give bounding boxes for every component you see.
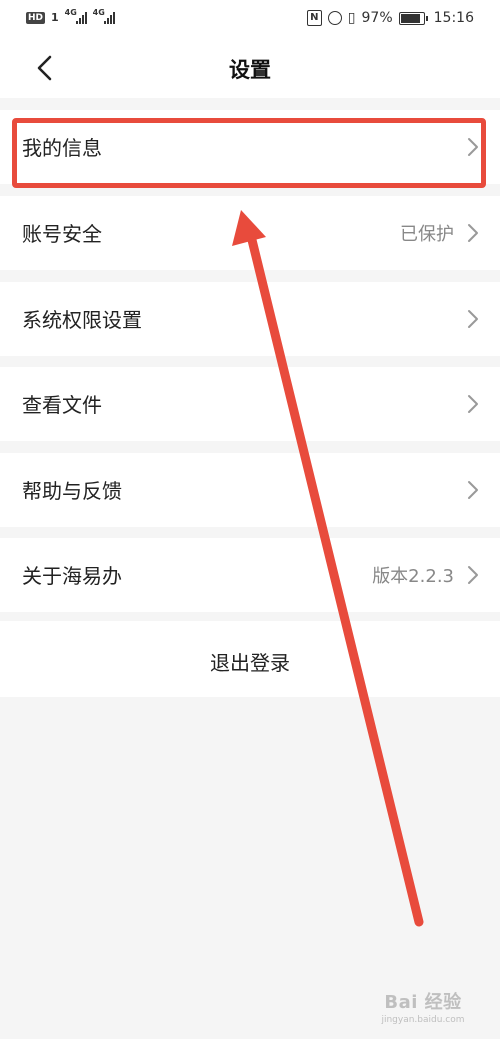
watermark-logo: Bai 经验 [384,992,462,1013]
annotation-arrow [232,210,424,927]
baidu-jingyan-watermark: Bai 经验 jingyan.baidu.com [368,988,478,1025]
watermark-url: jingyan.baidu.com [381,1015,465,1025]
